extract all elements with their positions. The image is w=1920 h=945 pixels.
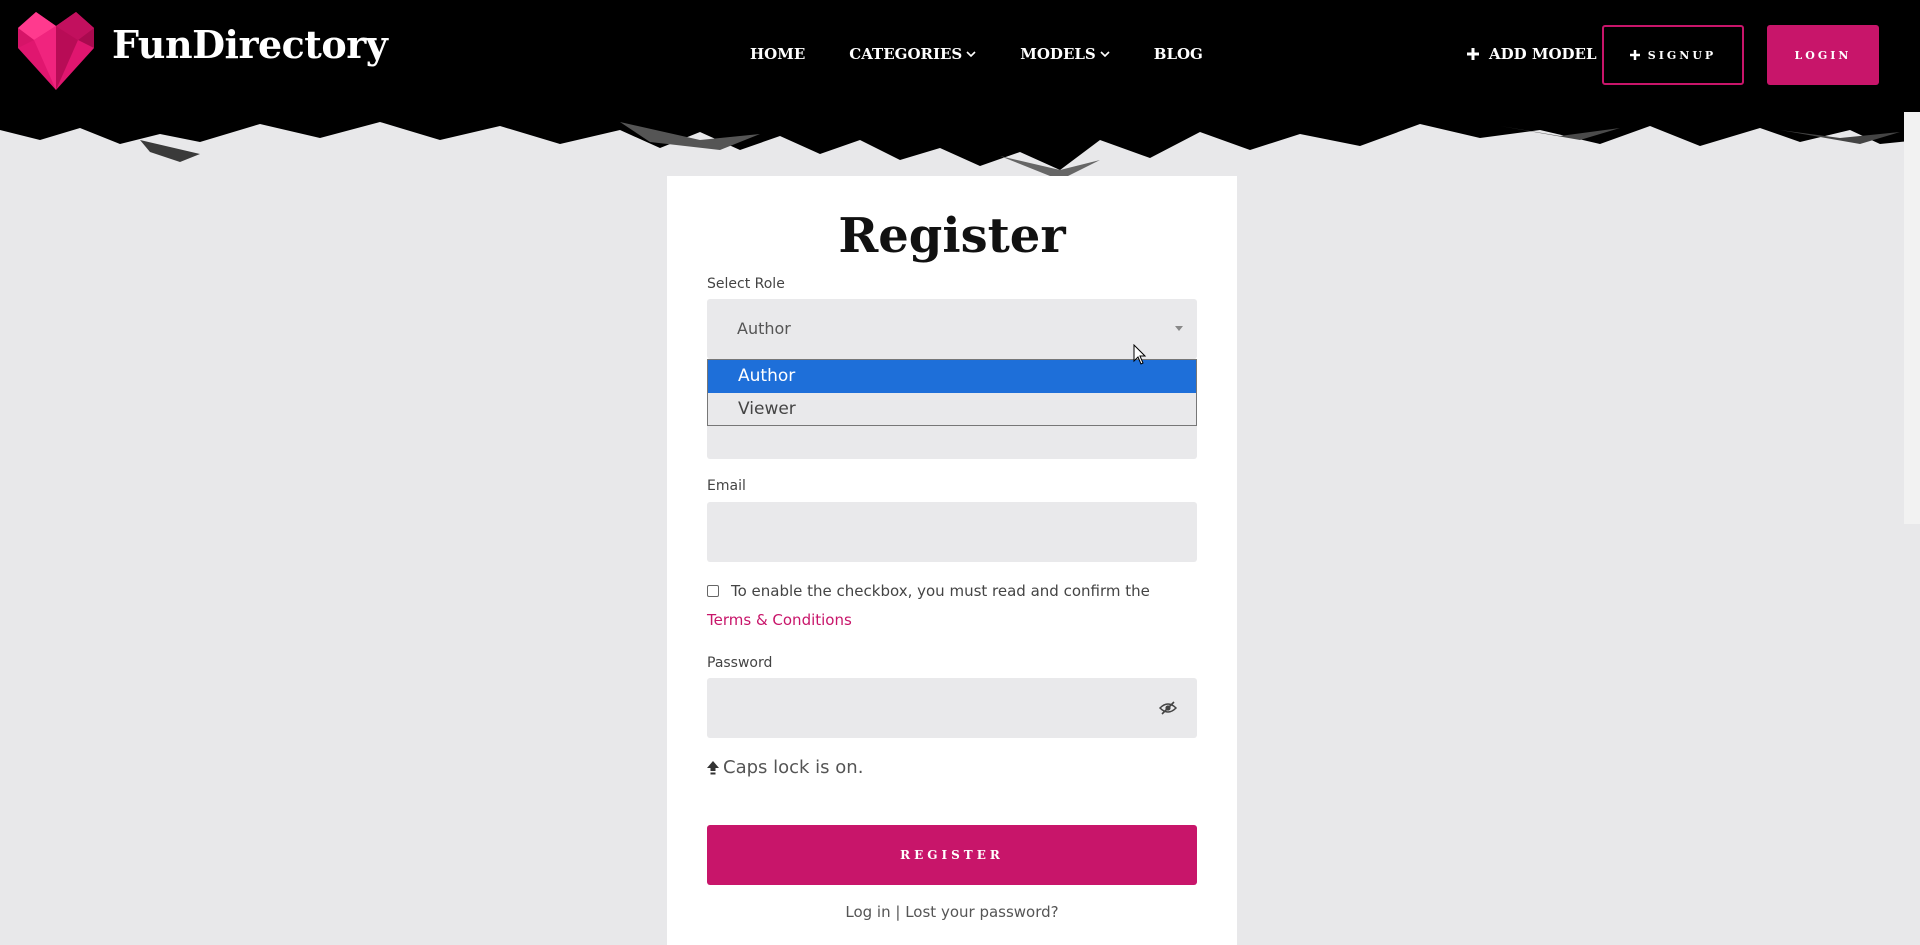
login-button[interactable]: LOGIN <box>1767 25 1879 85</box>
role-select[interactable]: Author <box>707 299 1197 359</box>
register-button[interactable]: REGISTER <box>707 825 1197 885</box>
page-title: Register <box>838 208 1066 264</box>
terms-checkbox-row: To enable the checkbox, you must read an… <box>707 582 1150 600</box>
chevron-down-icon <box>966 51 976 58</box>
terms-checkbox[interactable] <box>707 585 719 597</box>
email-field[interactable] <box>707 502 1197 562</box>
main-nav: HOME CATEGORIES MODELS BLOG <box>750 45 1247 63</box>
terms-link[interactable]: Terms & Conditions <box>707 611 852 629</box>
logo[interactable]: FunDirectory <box>14 12 388 92</box>
add-model-label: ADD MODEL <box>1489 45 1597 63</box>
site-header: FunDirectory HOME CATEGORIES MODELS BLOG… <box>0 0 1920 112</box>
login-label: LOGIN <box>1794 48 1852 62</box>
chevron-down-icon <box>1100 51 1110 58</box>
select-role-label: Select Role <box>707 276 785 292</box>
caps-lock-icon <box>707 760 719 774</box>
plus-icon <box>1629 50 1640 60</box>
nav-home-label: HOME <box>750 45 806 63</box>
mouse-cursor-icon <box>1133 344 1147 365</box>
register-card: Register Select Role Author Author Viewe… <box>667 176 1237 945</box>
eye-slash-icon[interactable] <box>1159 700 1177 716</box>
lost-password-link[interactable]: Lost your password? <box>905 903 1058 921</box>
nav-blog[interactable]: BLOG <box>1154 45 1203 63</box>
password-label: Password <box>707 655 773 671</box>
nav-home[interactable]: HOME <box>750 45 805 63</box>
nav-blog-label: BLOG <box>1153 45 1203 63</box>
role-dropdown-list: Author Viewer <box>707 359 1197 426</box>
signup-button[interactable]: SIGNUP <box>1602 25 1744 85</box>
signup-label: SIGNUP <box>1647 48 1717 62</box>
role-select-value: Author <box>737 319 791 338</box>
plus-icon <box>1467 48 1479 60</box>
heart-logo-icon <box>18 12 94 90</box>
register-label: REGISTER <box>900 848 1004 862</box>
auth-links: Log in | Lost your password? <box>667 903 1237 921</box>
nav-categories-label: CATEGORIES <box>849 45 963 63</box>
role-option-author[interactable]: Author <box>708 360 1196 393</box>
brand-name: FunDirectory <box>112 21 388 67</box>
link-separator: | <box>895 903 901 921</box>
caps-lock-text: Caps lock is on. <box>723 757 864 778</box>
page-scrollbar-edge[interactable] <box>1904 112 1920 524</box>
caps-lock-warning: Caps lock is on. <box>707 757 863 778</box>
password-field[interactable] <box>707 678 1197 738</box>
nav-models[interactable]: MODELS <box>1020 45 1110 63</box>
add-model-link[interactable]: ADD MODEL <box>1467 45 1597 63</box>
login-link[interactable]: Log in <box>845 903 890 921</box>
caret-down-icon <box>1175 326 1183 331</box>
email-label: Email <box>707 478 746 494</box>
role-option-viewer[interactable]: Viewer <box>708 393 1196 426</box>
terms-checkbox-text: To enable the checkbox, you must read an… <box>731 582 1150 600</box>
nav-categories[interactable]: CATEGORIES <box>849 45 976 63</box>
nav-models-label: MODELS <box>1020 45 1096 63</box>
